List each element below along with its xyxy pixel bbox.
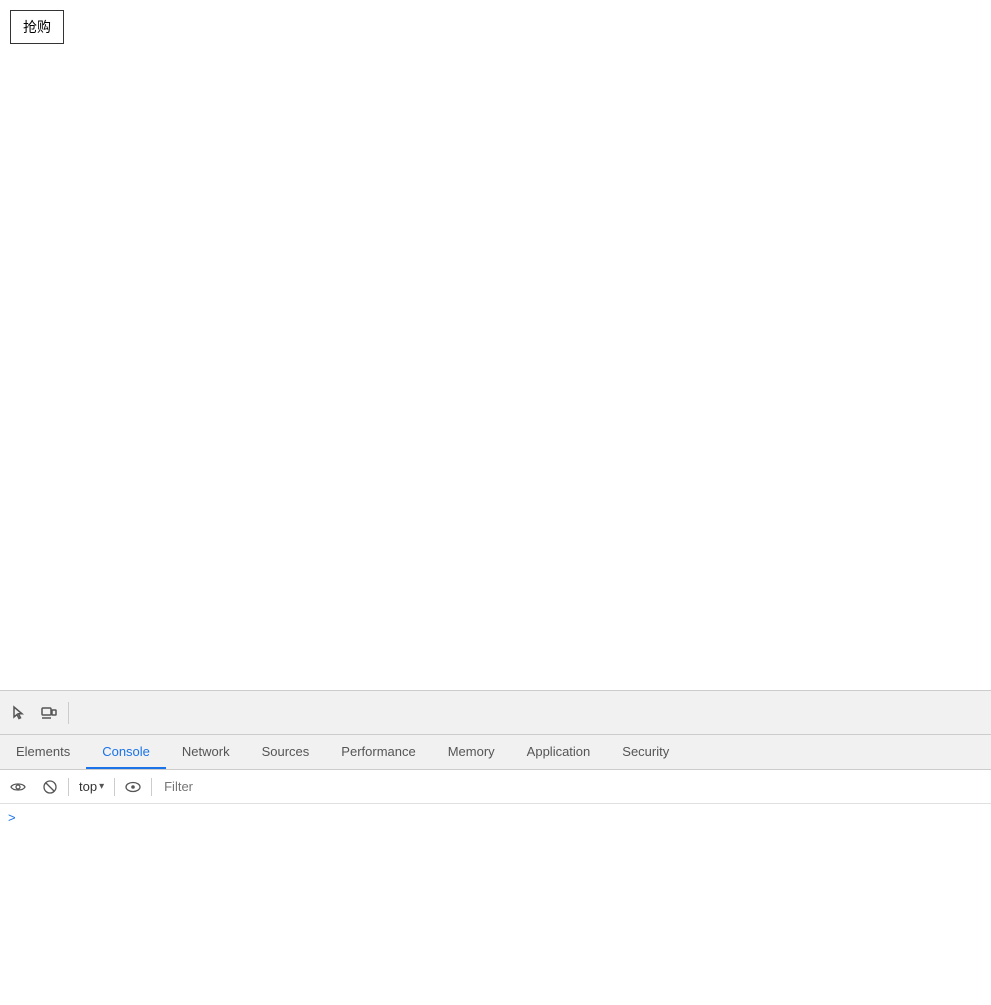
tab-console[interactable]: Console xyxy=(86,735,166,769)
show-issues-button[interactable] xyxy=(119,773,147,801)
tab-sources[interactable]: Sources xyxy=(246,735,326,769)
devtools-panel: Elements Console Network Sources Perform… xyxy=(0,690,991,1005)
console-filter-input[interactable] xyxy=(156,775,987,799)
console-toolbar: top ▾ xyxy=(0,770,991,804)
toolbar-divider xyxy=(68,702,69,724)
console-divider-1 xyxy=(68,778,69,796)
context-selector[interactable]: top ▾ xyxy=(73,775,110,799)
tab-security[interactable]: Security xyxy=(606,735,685,769)
context-selector-label: top xyxy=(79,779,97,794)
inspect-element-button[interactable] xyxy=(4,698,34,728)
tab-application[interactable]: Application xyxy=(511,735,607,769)
page-content: 抢购 xyxy=(0,0,991,690)
buy-button[interactable]: 抢购 xyxy=(10,10,64,44)
chevron-down-icon: ▾ xyxy=(99,781,104,792)
console-divider-3 xyxy=(151,778,152,796)
tab-performance[interactable]: Performance xyxy=(325,735,431,769)
devtools-toolbar xyxy=(0,691,991,735)
console-divider-2 xyxy=(114,778,115,796)
clear-console-button[interactable] xyxy=(36,773,64,801)
console-caret-icon: > xyxy=(8,810,16,825)
create-live-expression-button[interactable] xyxy=(4,773,32,801)
devtools-tabs: Elements Console Network Sources Perform… xyxy=(0,735,991,770)
console-content: > xyxy=(0,804,991,1005)
device-toggle-button[interactable] xyxy=(34,698,64,728)
console-prompt-line: > xyxy=(0,808,991,827)
tab-elements[interactable]: Elements xyxy=(0,735,86,769)
tab-memory[interactable]: Memory xyxy=(432,735,511,769)
tab-network[interactable]: Network xyxy=(166,735,246,769)
